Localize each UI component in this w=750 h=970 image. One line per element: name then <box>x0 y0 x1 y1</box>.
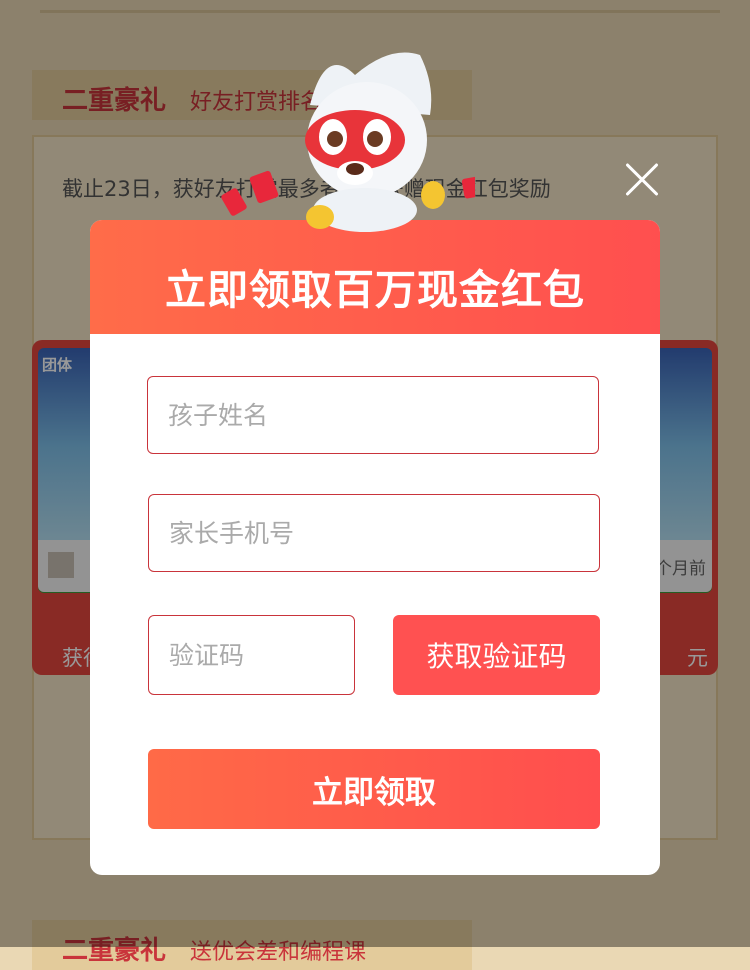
parent-phone-field[interactable] <box>148 494 600 572</box>
child-name-field[interactable] <box>147 376 599 454</box>
dog-mascot-icon <box>221 52 475 232</box>
red-packet-modal: 立即领取百万现金红包 获取验证码 立即领取 <box>90 220 660 875</box>
modal-header: 立即领取百万现金红包 <box>90 220 660 334</box>
child-name-input[interactable] <box>148 377 598 453</box>
modal-title: 立即领取百万现金红包 <box>165 266 585 314</box>
get-code-button[interactable]: 获取验证码 <box>393 615 600 695</box>
claim-button[interactable]: 立即领取 <box>148 749 600 829</box>
parent-phone-input[interactable] <box>149 495 599 571</box>
verify-code-input[interactable] <box>149 616 354 694</box>
verify-code-field[interactable] <box>148 615 355 695</box>
close-icon[interactable] <box>622 160 662 200</box>
